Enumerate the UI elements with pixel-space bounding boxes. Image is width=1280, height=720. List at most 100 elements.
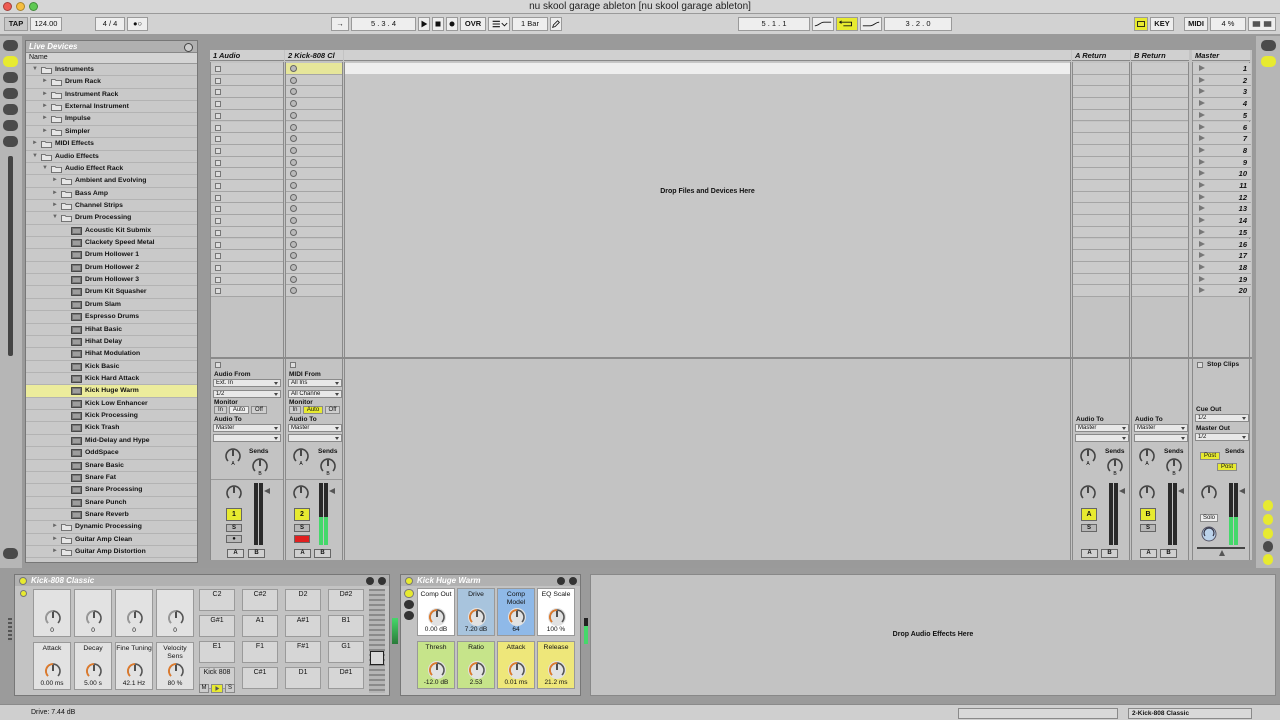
scene-launch[interactable]: 11 (1193, 180, 1251, 192)
clip-slot[interactable] (1132, 285, 1188, 297)
device-browser-icon[interactable] (3, 56, 18, 67)
drum-pad[interactable]: B1 (328, 615, 364, 637)
drum-pad[interactable]: A1 (242, 615, 278, 637)
browser-item[interactable]: Snare Processing (26, 484, 197, 497)
disclosure-closed-icon[interactable]: ► (42, 103, 48, 109)
macro-knob[interactable] (508, 661, 526, 679)
punch-in-icon[interactable] (812, 17, 834, 31)
browser-item[interactable]: Drum Hollower 3 (26, 274, 197, 287)
browser-item[interactable]: Drum Kit Squasher (26, 286, 197, 299)
clip-slot[interactable] (1132, 203, 1188, 216)
file-browser-2-icon[interactable] (3, 104, 18, 115)
browser-scrollbar[interactable] (8, 156, 13, 356)
track-2-volume-fader-icon[interactable] (329, 488, 335, 494)
scene-launch-icon[interactable] (1199, 275, 1205, 282)
pencil-draw-icon[interactable] (550, 17, 562, 31)
clip-slot[interactable] (1073, 98, 1129, 110)
clip-slot[interactable] (286, 226, 342, 239)
macro-control[interactable]: Decay 5.00 s (74, 642, 112, 690)
track-2-input-type[interactable]: All Ins (288, 379, 342, 387)
browser-item[interactable]: Kick Low Enhancer (26, 398, 197, 411)
track-1-title[interactable]: 1 Audio (210, 50, 284, 61)
instrument-power-icon[interactable] (19, 577, 27, 585)
browser-item[interactable]: Kick Trash (26, 422, 197, 435)
return-volume-fader-icon[interactable] (1178, 488, 1184, 494)
return-pan-knob[interactable] (1138, 484, 1156, 502)
scene-launch[interactable]: 18 (1193, 261, 1251, 274)
track-1-pan-knob[interactable] (225, 484, 243, 502)
track-1-send-b-knob[interactable]: B (251, 457, 269, 475)
clip-slot[interactable] (211, 180, 283, 192)
cue-out-select[interactable]: 1/2 (1195, 414, 1249, 422)
scene-launch-icon[interactable] (1199, 158, 1205, 165)
scene-launch[interactable]: 8 (1193, 144, 1251, 157)
track-2-title[interactable]: 2 Kick-808 Cl (285, 50, 343, 61)
scene-launch[interactable]: 3 (1193, 86, 1251, 99)
track-2-send-a-knob[interactable]: A (292, 447, 310, 465)
track-1-arm-button[interactable]: ● (226, 535, 242, 543)
macro-knob[interactable] (468, 608, 486, 626)
clip-stop-button[interactable] (215, 288, 221, 295)
macro-control[interactable]: 0 (115, 589, 153, 637)
macro-knob[interactable] (44, 662, 62, 680)
pad-mute-button[interactable]: M (199, 684, 209, 693)
clip-stop-button[interactable] (215, 136, 221, 143)
track-2-input-channel[interactable]: All Channe (288, 390, 342, 398)
master-post-a[interactable]: Post (1200, 452, 1220, 460)
audio-effects-drop-area[interactable]: Drop Audio Effects Here (590, 574, 1276, 696)
clip-slot[interactable] (211, 238, 283, 251)
scene-launch-icon[interactable] (1199, 65, 1205, 71)
browser-item[interactable]: ► Drum Rack (26, 76, 197, 89)
track-2-xfade-b[interactable]: B (314, 549, 331, 558)
clip-stop-button[interactable] (215, 159, 221, 166)
clip-record-button[interactable] (290, 217, 297, 225)
pad-scroll-thumb[interactable] (370, 651, 384, 665)
browser-item[interactable]: ► Bass Amp (26, 188, 197, 200)
clip-stop-button[interactable] (215, 206, 221, 213)
macro-control[interactable]: EQ Scale 100 % (537, 588, 575, 636)
scene-launch-icon[interactable] (1199, 135, 1205, 142)
loop-length-field[interactable]: 3 . 2 . 0 (884, 17, 952, 31)
clip-slot[interactable] (211, 168, 283, 180)
effect-macro-toggle-icon[interactable] (404, 589, 414, 598)
clip-slot[interactable] (1073, 250, 1129, 262)
track-1-input-type[interactable]: Ext. In (213, 379, 281, 387)
return-xfade-a[interactable]: A (1081, 549, 1098, 558)
clip-slot[interactable] (286, 273, 342, 286)
clip-record-button[interactable] (290, 158, 297, 166)
drum-pad[interactable]: C#1 (242, 667, 278, 689)
track-1-input-channel[interactable]: 1/2 (213, 390, 281, 398)
clip-record-button[interactable] (290, 228, 297, 236)
track-2-output-channel[interactable] (288, 434, 342, 442)
track-1-send-a-knob[interactable]: A (224, 447, 242, 465)
pad-scroll-strip[interactable] (369, 589, 385, 693)
clip-slot[interactable] (1073, 63, 1129, 75)
song-position-field[interactable]: 5 . 3 . 4 (351, 17, 416, 31)
overdub-button[interactable]: OVR (460, 17, 486, 31)
clip-slot[interactable] (211, 121, 283, 134)
track-1-xfade-a[interactable]: A (227, 549, 244, 558)
clip-slot[interactable] (211, 191, 283, 204)
clip-slot[interactable] (286, 203, 342, 216)
disclosure-closed-icon[interactable]: ► (42, 128, 48, 134)
return-output-channel[interactable] (1134, 434, 1188, 442)
clip-record-button[interactable] (290, 123, 297, 131)
track-2-monitor-in[interactable]: In (289, 406, 301, 414)
clip-slot[interactable] (286, 121, 342, 134)
track-2-send-b-knob[interactable]: B (319, 457, 337, 475)
disclosure-closed-icon[interactable]: ► (52, 536, 58, 542)
macro-control[interactable]: Velocity Sens 80 % (156, 642, 194, 690)
scene-launch[interactable]: 19 (1193, 273, 1251, 286)
clip-slot[interactable] (1073, 109, 1129, 122)
drum-pad[interactable]: C#2 (242, 589, 278, 611)
return-xfade-b[interactable]: B (1160, 549, 1177, 558)
scene-launch[interactable]: 16 (1193, 238, 1251, 251)
clip-stop-button[interactable] (215, 66, 221, 72)
track-2-output-select[interactable]: Master (288, 424, 342, 432)
browser-item[interactable]: Espresso Drums (26, 311, 197, 324)
disclosure-closed-icon[interactable]: ► (32, 140, 38, 146)
clip-slot[interactable] (1073, 133, 1129, 145)
clip-record-button[interactable] (290, 240, 297, 248)
macro-control[interactable]: Attack 0.01 ms (497, 641, 535, 689)
return-solo-button[interactable]: S (1140, 524, 1156, 532)
